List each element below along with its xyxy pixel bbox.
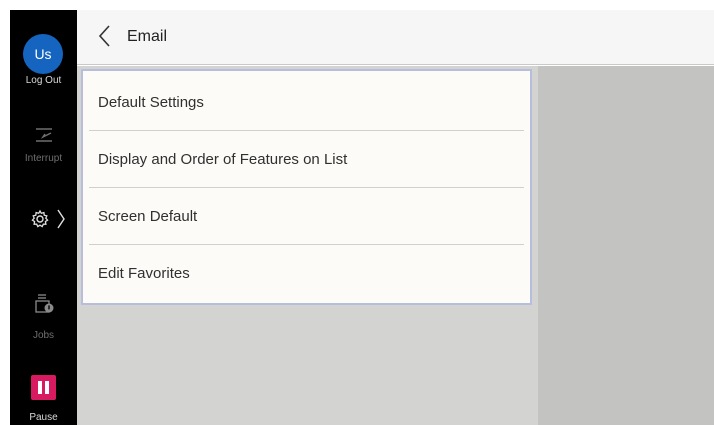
header-bar: Email [77, 10, 714, 65]
pause-icon [38, 381, 42, 394]
chevron-right-icon [57, 209, 65, 229]
pause-label: Pause [29, 412, 58, 423]
interrupt-label: Interrupt [24, 153, 63, 164]
menu-item-default-settings[interactable]: Default Settings [89, 74, 524, 131]
menu-item-label: Display and Order of Features on List [98, 151, 348, 168]
menu-item-screen-default[interactable]: Screen Default [89, 188, 524, 245]
gear-icon [31, 209, 49, 228]
logout-label[interactable]: Log Out [10, 75, 77, 86]
jobs-label: Jobs [32, 330, 55, 341]
pause-button[interactable] [31, 375, 56, 400]
avatar-initials: Us [34, 46, 52, 62]
menu-item-display-order-features[interactable]: Display and Order of Features on List [89, 131, 524, 188]
left-sidebar: Us Log Out Interrupt Jobs Pause [10, 10, 77, 425]
interrupt-icon [35, 128, 52, 142]
chevron-left-icon[interactable] [95, 22, 115, 50]
menu-item-label: Default Settings [98, 94, 204, 111]
menu-item-label: Screen Default [98, 208, 198, 225]
jobs-button[interactable]: Jobs [10, 292, 77, 341]
device-settings-button[interactable] [10, 207, 77, 233]
menu-item-edit-favorites[interactable]: Edit Favorites [89, 245, 524, 302]
page-title: Email [127, 28, 168, 45]
menu-item-label: Edit Favorites [98, 265, 190, 282]
user-avatar[interactable]: Us [23, 34, 63, 74]
interrupt-button[interactable]: Interrupt [10, 125, 77, 164]
right-panel [538, 66, 714, 425]
jobs-printer-icon [34, 294, 53, 313]
settings-menu-list: Default Settings Display and Order of Fe… [81, 69, 532, 305]
